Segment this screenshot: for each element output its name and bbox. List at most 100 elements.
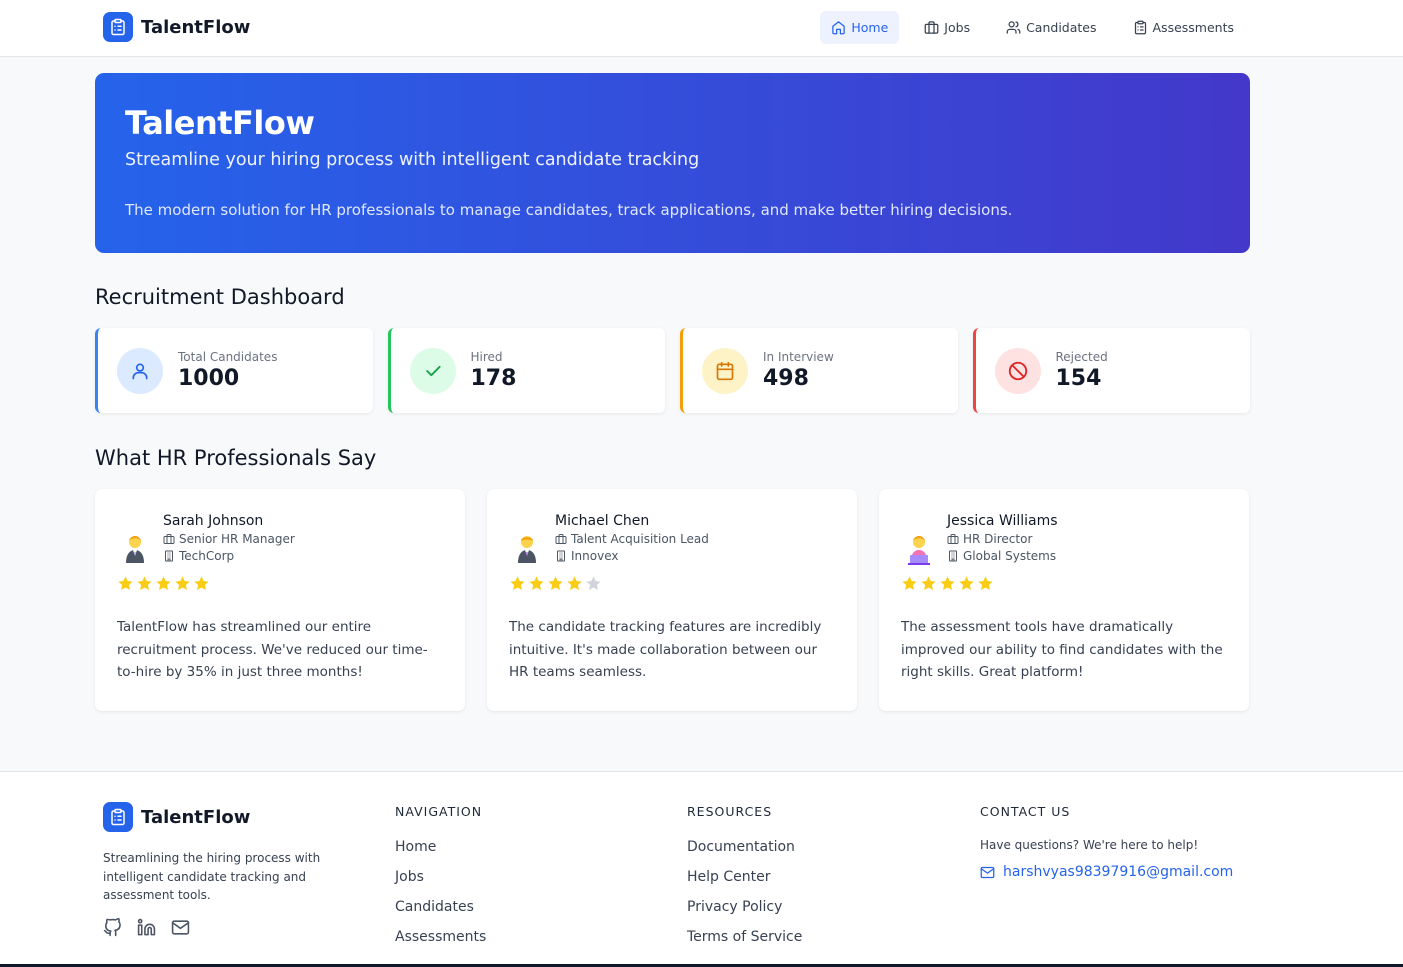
star-icon (194, 576, 209, 590)
testimonial-name: Sarah Johnson (163, 513, 264, 529)
footer-link-documentation[interactable]: Documentation (687, 839, 802, 869)
star-icon (118, 576, 133, 590)
testimonial-quote: The assessment tools have dramatically i… (901, 619, 1223, 680)
stat-value: 1000 (178, 366, 240, 391)
footer-link-privacy-policy[interactable]: Privacy Policy (687, 899, 802, 929)
brand-name: TalentFlow (141, 16, 251, 38)
star-icon (567, 576, 582, 590)
stat-card-hired: Hired 178 (387, 328, 665, 413)
stat-label: Hired (470, 350, 503, 364)
star-icon (529, 576, 544, 590)
testimonials-title: What HR Professionals Say (95, 446, 377, 470)
stat-card-interview: In Interview 498 (680, 328, 958, 413)
brand-link[interactable]: TalentFlow (103, 12, 250, 42)
testimonial-company: Innovex (571, 549, 619, 563)
briefcase-icon (924, 21, 939, 34)
star-icon (921, 576, 936, 590)
testimonial-card: Jessica Williams HR Director Global Syst… (879, 489, 1249, 711)
mail-icon[interactable] (171, 918, 190, 937)
users-icon (1006, 21, 1021, 34)
nav-assessments[interactable]: Assessments (1122, 11, 1246, 44)
star-icon (175, 576, 190, 590)
footer-brand-name: TalentFlow (141, 806, 251, 828)
footer-navigation: NAVIGATION Home Jobs Candidates Assessme… (395, 804, 486, 959)
star-icon (548, 576, 563, 590)
footer-link-terms[interactable]: Terms of Service (687, 929, 802, 959)
testimonial-company: TechCorp (179, 549, 235, 563)
nav-jobs-label: Jobs (944, 20, 971, 35)
clipboard-logo-icon (103, 802, 133, 832)
stat-label: Total Candidates (178, 350, 278, 364)
top-navbar: TalentFlow Home Jobs Candidates Assessme… (0, 0, 1403, 57)
github-icon[interactable] (103, 918, 122, 937)
testimonial-quote: TalentFlow has streamlined our entire re… (117, 619, 428, 680)
building-icon (557, 550, 565, 562)
briefcase-icon (555, 534, 567, 544)
star-rating (117, 575, 443, 592)
testimonial-role: Talent Acquisition Lead (571, 532, 709, 546)
footer-link-home[interactable]: Home (395, 839, 486, 869)
footer-description: Streamlining the hiring process with int… (103, 851, 321, 902)
footer-contact: CONTACT US Have questions? We're here to… (980, 804, 1233, 880)
hero-description: The modern solution for HR professionals… (125, 201, 1013, 219)
star-rating (901, 575, 1227, 592)
briefcase-icon (947, 534, 959, 544)
footer-link-help-center[interactable]: Help Center (687, 869, 802, 899)
hero-banner: TalentFlow Streamline your hiring proces… (95, 73, 1250, 253)
stat-label: In Interview (763, 350, 834, 364)
footer-resources-heading: RESOURCES (687, 804, 773, 819)
hero-title: TalentFlow (125, 104, 315, 142)
nav-candidates[interactable]: Candidates (995, 11, 1107, 44)
clipboard-icon (1134, 20, 1146, 35)
check-icon (409, 347, 456, 394)
stats-row: Total Candidates 1000 Hired 178 In Inter… (95, 328, 1250, 413)
star-icon (959, 576, 974, 590)
ban-icon (994, 347, 1041, 394)
user-icon (117, 347, 163, 394)
star-rating (509, 575, 835, 592)
testimonial-card: Michael Chen Talent Acquisition Lead Inn… (487, 489, 857, 711)
footer-email: harshvyas98397916@gmail.com (1003, 864, 1234, 880)
testimonial-card: Sarah Johnson Senior HR Manager TechCorp… (95, 489, 465, 711)
star-icon (940, 576, 955, 590)
building-icon (949, 550, 957, 562)
footer-link-assessments[interactable]: Assessments (395, 929, 486, 959)
star-icon (902, 576, 917, 590)
stat-card-total: Total Candidates 1000 (95, 328, 373, 413)
footer-contact-text: Have questions? We're here to help! (980, 838, 1199, 852)
stat-card-rejected: Rejected 154 (972, 328, 1250, 413)
testimonial-name: Michael Chen (555, 513, 650, 529)
testimonial-company: Global Systems (963, 549, 1057, 563)
footer-resources: RESOURCES Documentation Help Center Priv… (687, 804, 802, 959)
footer: TalentFlow Streamlining the hiring proce… (0, 771, 1403, 967)
nav-candidates-label: Candidates (1026, 20, 1097, 35)
nav-home[interactable]: Home (820, 11, 900, 44)
businesswoman-avatar-icon (117, 531, 153, 567)
footer-brand[interactable]: TalentFlow (103, 802, 250, 832)
hero-subtitle: Streamline your hiring process with inte… (125, 150, 700, 170)
mail-icon (980, 866, 995, 878)
building-icon (165, 550, 173, 562)
nav-assessments-label: Assessments (1152, 20, 1235, 35)
testimonial-role: Senior HR Manager (179, 532, 295, 546)
stat-value: 154 (1055, 366, 1102, 391)
social-links (103, 918, 190, 937)
main-nav: Home Jobs Candidates Assessments (820, 11, 1245, 44)
linkedin-icon[interactable] (137, 918, 156, 937)
star-icon (156, 576, 171, 590)
nav-jobs[interactable]: Jobs (913, 11, 981, 44)
footer-link-candidates[interactable]: Candidates (395, 899, 486, 929)
stat-label: Rejected (1055, 350, 1108, 364)
stat-value: 178 (470, 366, 517, 391)
footer-nav-heading: NAVIGATION (395, 804, 483, 819)
calendar-icon (702, 347, 748, 394)
woman-laptop-avatar-icon (901, 531, 937, 567)
star-empty-icon (586, 576, 601, 590)
stat-value: 498 (763, 366, 809, 391)
clipboard-logo-icon (103, 12, 133, 42)
footer-email-link[interactable]: harshvyas98397916@gmail.com (980, 864, 1233, 880)
footer-link-jobs[interactable]: Jobs (395, 869, 486, 899)
testimonial-quote: The candidate tracking features are incr… (509, 619, 822, 680)
star-icon (137, 576, 152, 590)
businessman-avatar-icon (509, 531, 545, 567)
